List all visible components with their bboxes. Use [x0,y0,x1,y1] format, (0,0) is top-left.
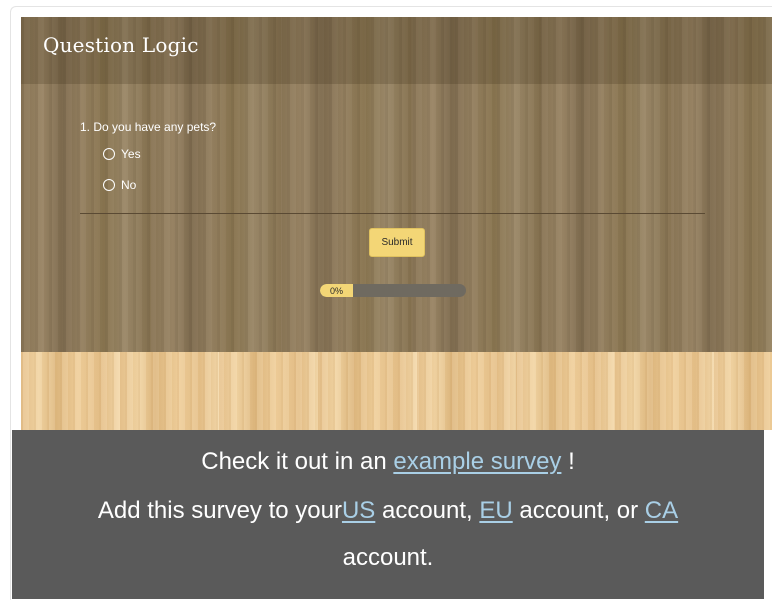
banner-text: Add this survey to your [97,497,342,524]
survey-preview: Question Logic 1. Do you have any pets? … [21,17,772,430]
example-survey-link[interactable]: example survey [393,448,561,475]
us-account-link[interactable]: US [342,497,375,524]
banner-line-1: Check it out in an example survey ! [12,448,764,476]
banner-line-2: Add this survey to yourUS account, EU ac… [12,497,764,525]
radio-no-icon[interactable] [103,179,115,191]
question-text: 1. Do you have any pets? [80,120,217,134]
divider [80,213,705,214]
radio-yes-icon[interactable] [103,148,115,160]
banner-text: ! [561,448,575,475]
eu-account-link[interactable]: EU [479,497,512,524]
progress-label: 0% [320,284,353,297]
banner-text: account, or [512,497,645,524]
progress-bar: 0% [320,284,466,297]
banner-text: Check it out in an [201,448,394,475]
ca-account-link[interactable]: CA [645,497,678,524]
option-no[interactable]: No [103,178,136,192]
option-no-label: No [121,178,137,192]
survey-title: Question Logic [43,33,199,57]
option-yes[interactable]: Yes [103,147,141,161]
submit-button[interactable]: Submit [369,228,425,257]
light-wood-background [21,352,772,430]
banner-text: account, [375,497,480,524]
option-yes-label: Yes [121,147,141,161]
banner-line-3: account. [342,544,434,571]
info-banner: Check it out in an example survey ! Add … [12,430,764,599]
